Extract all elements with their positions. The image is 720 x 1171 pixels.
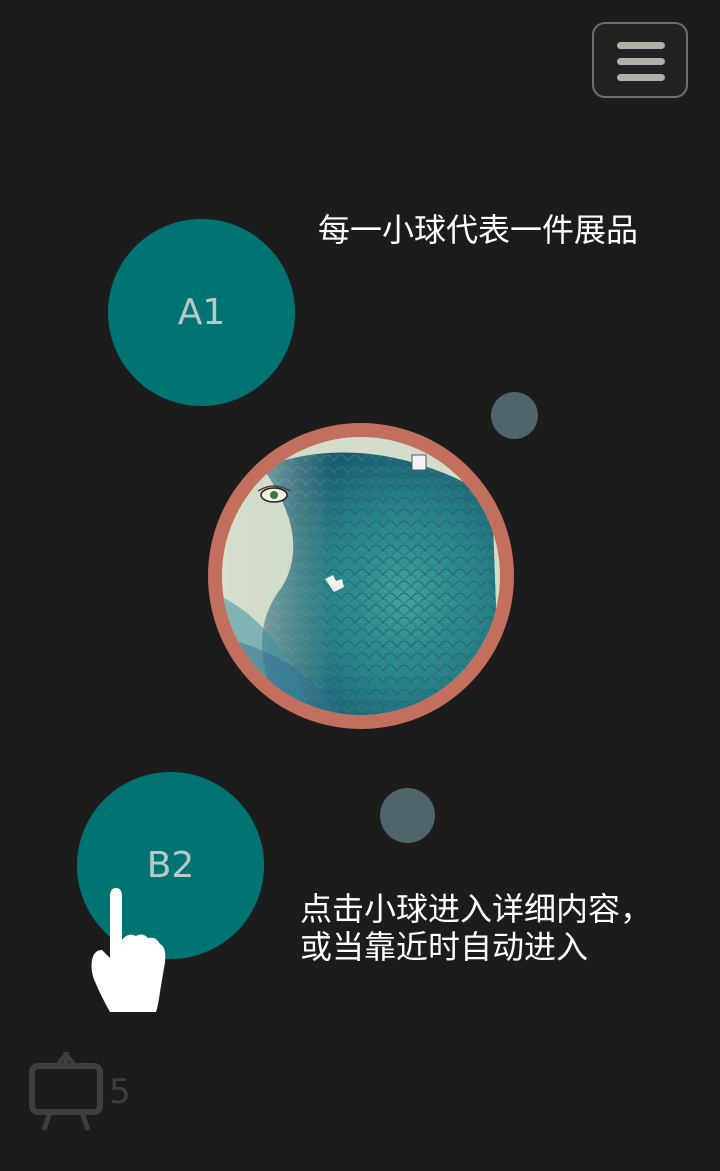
easel-icon (29, 1052, 103, 1131)
exhibition-screen: 每一小球代表一件展品 A1 B2 点击小球进入详细内容， 或当靠近时自动进入 5 (0, 0, 720, 1171)
artwork-fish-scale-image (222, 437, 500, 715)
small-exhibit-dot[interactable] (491, 392, 538, 439)
menu-bar-top (617, 42, 665, 49)
hint-tap-ball: 点击小球进入详细内容， 或当靠近时自动进入 (300, 890, 652, 966)
hint-tap-ball-line1: 点击小球进入详细内容， (300, 890, 653, 928)
hint-each-ball-exhibit: 每一小球代表一件展品 (318, 211, 639, 249)
tap-hand-icon (91, 888, 166, 1012)
menu-bar-middle (617, 58, 665, 65)
hint-tap-ball-line2: 或当靠近时自动进入 (300, 928, 589, 966)
exhibit-ball-a1-label: A1 (177, 292, 226, 333)
exhibit-ball-a1[interactable]: A1 (108, 219, 295, 406)
exhibit-ball-b2-label: B2 (146, 845, 195, 886)
exhibit-count: 5 (109, 1072, 131, 1112)
menu-button[interactable] (592, 22, 688, 98)
small-exhibit-dot[interactable] (380, 788, 435, 843)
menu-bar-bottom (617, 74, 665, 81)
